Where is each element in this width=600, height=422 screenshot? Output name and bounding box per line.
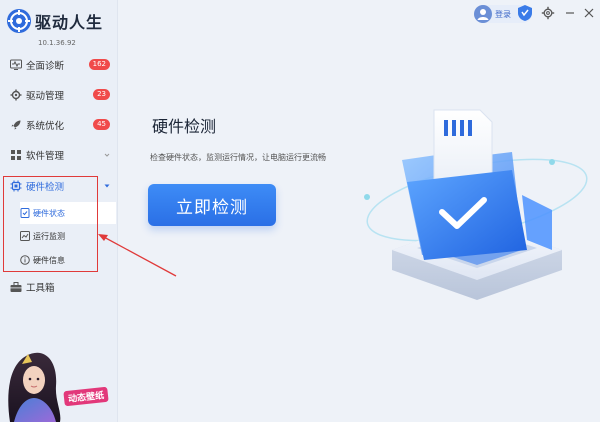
sidebar-item-label: 系统优化 xyxy=(26,121,65,132)
page-title: 硬件检测 xyxy=(152,117,217,136)
close-icon[interactable] xyxy=(582,6,596,20)
vip-shield-icon[interactable] xyxy=(517,4,533,22)
settings-gear-icon[interactable] xyxy=(541,6,555,20)
rocket-icon xyxy=(11,120,21,130)
sidebar-item-software-management[interactable]: 软件管理 xyxy=(0,142,118,168)
caret-down-icon xyxy=(104,184,110,188)
sidebar-item-label: 工具箱 xyxy=(26,283,55,294)
count-badge: 162 xyxy=(88,59,110,70)
highlight-box xyxy=(3,176,98,272)
sidebar-item-full-diagnosis[interactable]: 全面诊断 162 xyxy=(0,52,118,78)
login-label: 登录 xyxy=(495,9,511,19)
app-logo-row: 驱动人生 xyxy=(6,8,103,34)
toolbox-icon xyxy=(10,282,22,292)
sidebar-item-label: 驱动管理 xyxy=(26,91,65,102)
hardware-check-illustration xyxy=(364,109,588,300)
grid-icon xyxy=(11,150,21,160)
app-window: 驱动人生 10.1.36.92 全面诊断 162 驱动管理 23 系统优化 45… xyxy=(0,0,600,422)
app-logo-icon xyxy=(7,9,31,33)
dynamic-wallpaper-promo-image[interactable] xyxy=(0,346,118,422)
sidebar: 驱动人生 10.1.36.92 全面诊断 162 驱动管理 23 系统优化 45… xyxy=(0,0,118,422)
monitor-pulse-icon xyxy=(10,59,22,70)
sidebar-item-driver-management[interactable]: 驱动管理 23 xyxy=(0,82,118,108)
scan-now-button[interactable]: 立即检测 xyxy=(148,184,276,226)
count-badge: 45 xyxy=(93,119,110,130)
avatar-icon xyxy=(474,5,492,23)
sidebar-item-label: 全面诊断 xyxy=(26,61,65,72)
app-title: 驱动人生 xyxy=(35,13,104,32)
gear-icon xyxy=(10,89,22,101)
count-badge: 23 xyxy=(93,89,110,100)
annotation-arrow xyxy=(98,234,177,277)
minimize-icon[interactable] xyxy=(563,6,577,20)
app-version: 10.1.36.92 xyxy=(38,39,76,47)
chevron-down-icon xyxy=(104,153,110,157)
sidebar-item-system-optimize[interactable]: 系统优化 45 xyxy=(0,112,118,138)
page-description: 检查硬件状态，监测运行情况，让电脑运行更流畅 xyxy=(150,153,326,162)
sidebar-item-label: 软件管理 xyxy=(26,151,65,162)
